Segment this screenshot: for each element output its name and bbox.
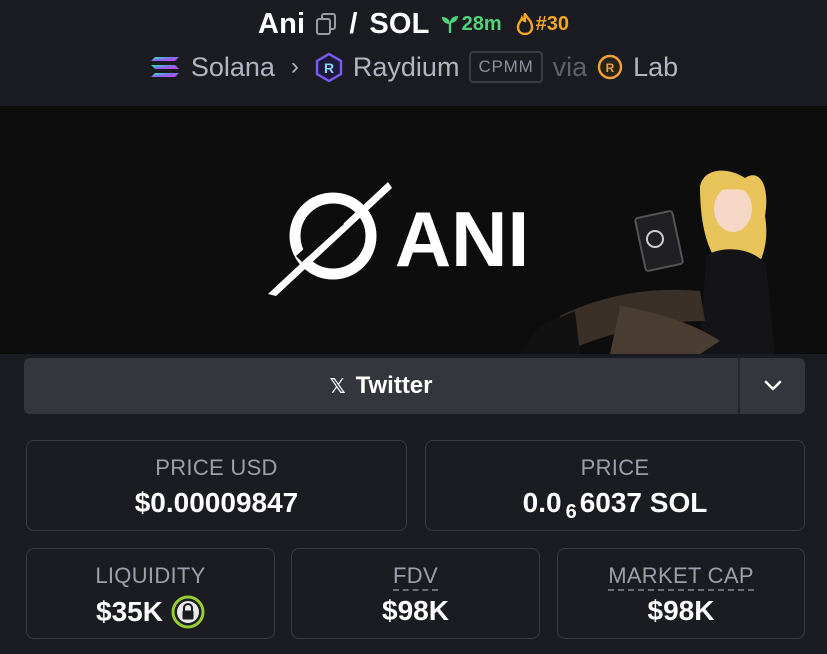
market-cap-label-wrap[interactable]: MARKET CAP	[558, 563, 804, 591]
liquidity-value: $35K	[96, 596, 163, 627]
chain-link[interactable]: Solana	[191, 52, 275, 83]
token-banner: ANI	[0, 106, 827, 354]
launchpad-link[interactable]: Lab	[633, 52, 678, 83]
twitter-label: Twitter	[355, 372, 433, 399]
pool-type-badge: CPMM	[469, 51, 543, 83]
liquidity-card: LIQUIDITY $35K	[26, 548, 275, 639]
market-cap-card: MARKET CAP $98K	[557, 548, 805, 639]
price-native-suffix: 6037 SOL	[579, 487, 708, 518]
pair-separator: /	[349, 7, 358, 40]
price-native-label: PRICE	[580, 455, 650, 480]
market-cap-value: $98K	[647, 595, 715, 626]
price-usd-label: PRICE USD	[155, 455, 278, 480]
price-native-value: 0.0 6 6037 SOL	[426, 487, 804, 523]
pair-title: Ani / SOL 28m #30	[0, 4, 827, 44]
banner-artwork: ANI	[0, 106, 827, 354]
solana-logo-icon	[150, 57, 179, 77]
trending-rank-badge[interactable]: #30	[516, 13, 569, 36]
lab-logo-icon: R	[597, 54, 623, 80]
market-cap-label: MARKET CAP	[608, 563, 754, 591]
pair-age: 28m	[461, 12, 502, 35]
flame-icon	[516, 13, 533, 35]
svg-text:R: R	[606, 61, 615, 75]
chevron-down-icon	[764, 380, 781, 391]
pair-header: Ani / SOL 28m #30 Solana › R Raydium CPM…	[0, 0, 827, 106]
liquidity-label: LIQUIDITY	[95, 563, 206, 588]
fdv-value: $98K	[382, 595, 449, 626]
seedling-icon	[441, 16, 458, 33]
chevron-right-icon: ›	[290, 53, 299, 80]
banner-logo-text: ANI	[395, 195, 529, 283]
fdv-label: FDV	[393, 563, 438, 591]
price-usd-card: PRICE USD $0.00009847	[26, 440, 407, 531]
via-label: via	[552, 51, 588, 82]
fdv-label-wrap[interactable]: FDV	[292, 563, 539, 591]
trending-rank: #30	[535, 12, 569, 35]
pair-age-badge: 28m	[440, 13, 502, 36]
more-links-dropdown[interactable]	[738, 358, 805, 414]
copy-icon[interactable]	[315, 12, 337, 36]
price-native-prefix: 0.0	[522, 487, 562, 518]
svg-text:R: R	[324, 60, 334, 76]
x-logo-icon: 𝕏	[329, 375, 346, 398]
price-native-zero-count: 6	[565, 500, 577, 523]
twitter-button[interactable]: 𝕏 Twitter	[24, 358, 738, 414]
liquidity-value-row: $35K	[27, 595, 274, 629]
lock-icon[interactable]	[171, 595, 205, 629]
price-usd-value: $0.00009847	[134, 487, 299, 518]
raydium-logo-icon: R	[315, 52, 343, 82]
fdv-card: FDV $98K	[291, 548, 540, 639]
breadcrumb: Solana › R Raydium CPMM via R Lab	[0, 48, 827, 86]
socials-bar: 𝕏 Twitter	[24, 358, 805, 414]
dex-link[interactable]: Raydium	[353, 52, 460, 83]
token-symbol: Ani	[257, 7, 306, 40]
price-native-card: PRICE 0.0 6 6037 SOL	[425, 440, 805, 531]
quote-symbol: SOL	[369, 7, 430, 40]
